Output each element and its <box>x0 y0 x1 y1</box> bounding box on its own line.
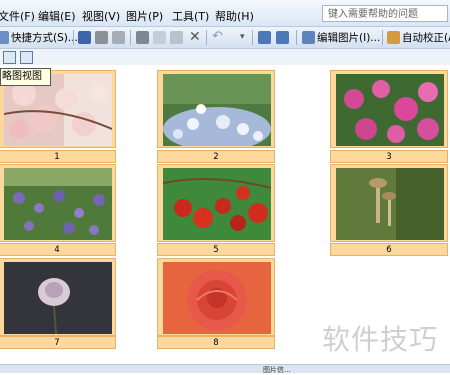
toolbar-separator <box>206 30 207 45</box>
thumbnail-label-5: 5 <box>157 243 275 256</box>
thumbnail-label-1: 1 <box>0 150 116 163</box>
save-icon[interactable] <box>78 31 91 44</box>
edit-picture-button[interactable]: 编辑图片(I)... <box>302 29 380 46</box>
thumbnail-label-8: 8 <box>157 336 275 349</box>
thumbnail-image-8 <box>163 262 271 334</box>
filmstrip-view-icon[interactable] <box>20 51 33 64</box>
undo-icon[interactable]: ↶ <box>212 28 223 45</box>
thumbnail-image-5 <box>163 168 271 240</box>
toolbar-separator <box>296 30 297 45</box>
thumbnail-6[interactable] <box>330 164 448 242</box>
print-icon[interactable] <box>95 31 108 44</box>
rotate-right-icon[interactable] <box>276 31 289 44</box>
thumbnail-4[interactable] <box>0 164 116 242</box>
auto-correct-label: 自动校正(A) <box>402 32 450 44</box>
thumbnail-image-2 <box>163 74 271 146</box>
auto-correct-button[interactable]: 自动校正(A) <box>387 29 450 46</box>
rotate-left-icon[interactable] <box>258 31 271 44</box>
menu-help[interactable]: 帮助(H) <box>215 8 254 24</box>
thumbnail-3[interactable] <box>330 70 448 148</box>
thumbnail-image-6 <box>336 168 444 240</box>
thumbnail-8[interactable] <box>157 258 275 336</box>
edit-picture-icon <box>302 31 315 44</box>
status-text: 图片信... <box>263 366 291 374</box>
cut-icon[interactable] <box>136 31 149 44</box>
thumbnail-7[interactable] <box>0 258 116 336</box>
menu-picture[interactable]: 图片(P) <box>126 8 163 24</box>
toolbar-separator <box>130 30 131 45</box>
auto-correct-icon <box>387 31 400 44</box>
delete-icon[interactable]: ✕ <box>189 28 201 45</box>
help-search-input[interactable]: 键入需要帮助的问题 <box>322 5 448 22</box>
toolbar-separator <box>382 30 383 45</box>
watermark: 软件技巧 <box>322 323 439 356</box>
paste-icon[interactable] <box>170 31 183 44</box>
thumbnail-5[interactable] <box>157 164 275 242</box>
undo-dropdown-icon[interactable]: ▾ <box>240 28 245 45</box>
view-switcher-bar <box>0 49 450 65</box>
toolbar-separator <box>252 30 253 45</box>
shortcut-button[interactable]: 快捷方式(S)... <box>0 29 78 46</box>
thumbnail-label-2: 2 <box>157 150 275 163</box>
shortcut-label: 快捷方式(S)... <box>11 32 78 44</box>
thumbnail-2[interactable] <box>157 70 275 148</box>
menu-bar: 文件(F) 编辑(E) 视图(V) 图片(P) 工具(T) 帮助(H) 键入需要… <box>0 0 450 27</box>
thumbnail-label-4: 4 <box>0 243 116 256</box>
tooltip: 略图视图 <box>0 68 51 86</box>
menu-edit[interactable]: 编辑(E) <box>38 8 76 24</box>
copy-icon[interactable] <box>153 31 166 44</box>
thumbnail-image-4 <box>4 168 112 240</box>
thumbnail-label-6: 6 <box>330 243 448 256</box>
edit-picture-label: 编辑图片(I)... <box>317 32 381 44</box>
thumbnail-image-3 <box>336 74 444 146</box>
menu-file[interactable]: 文件(F) <box>0 8 35 24</box>
menu-view[interactable]: 视图(V) <box>82 8 120 24</box>
thumbnail-label-3: 3 <box>330 150 448 163</box>
toolbar-separator <box>73 30 74 45</box>
shortcut-icon <box>0 31 9 44</box>
menu-tools[interactable]: 工具(T) <box>172 8 209 24</box>
toolbar: 快捷方式(S)... ✕ ↶ ▾ 编辑图片(I)... 自动校正(A) <box>0 27 450 49</box>
thumbnail-image-7 <box>4 262 112 334</box>
thumbnail-view-icon[interactable] <box>3 51 16 64</box>
thumbnail-label-7: 7 <box>0 336 116 349</box>
email-icon[interactable] <box>112 31 125 44</box>
